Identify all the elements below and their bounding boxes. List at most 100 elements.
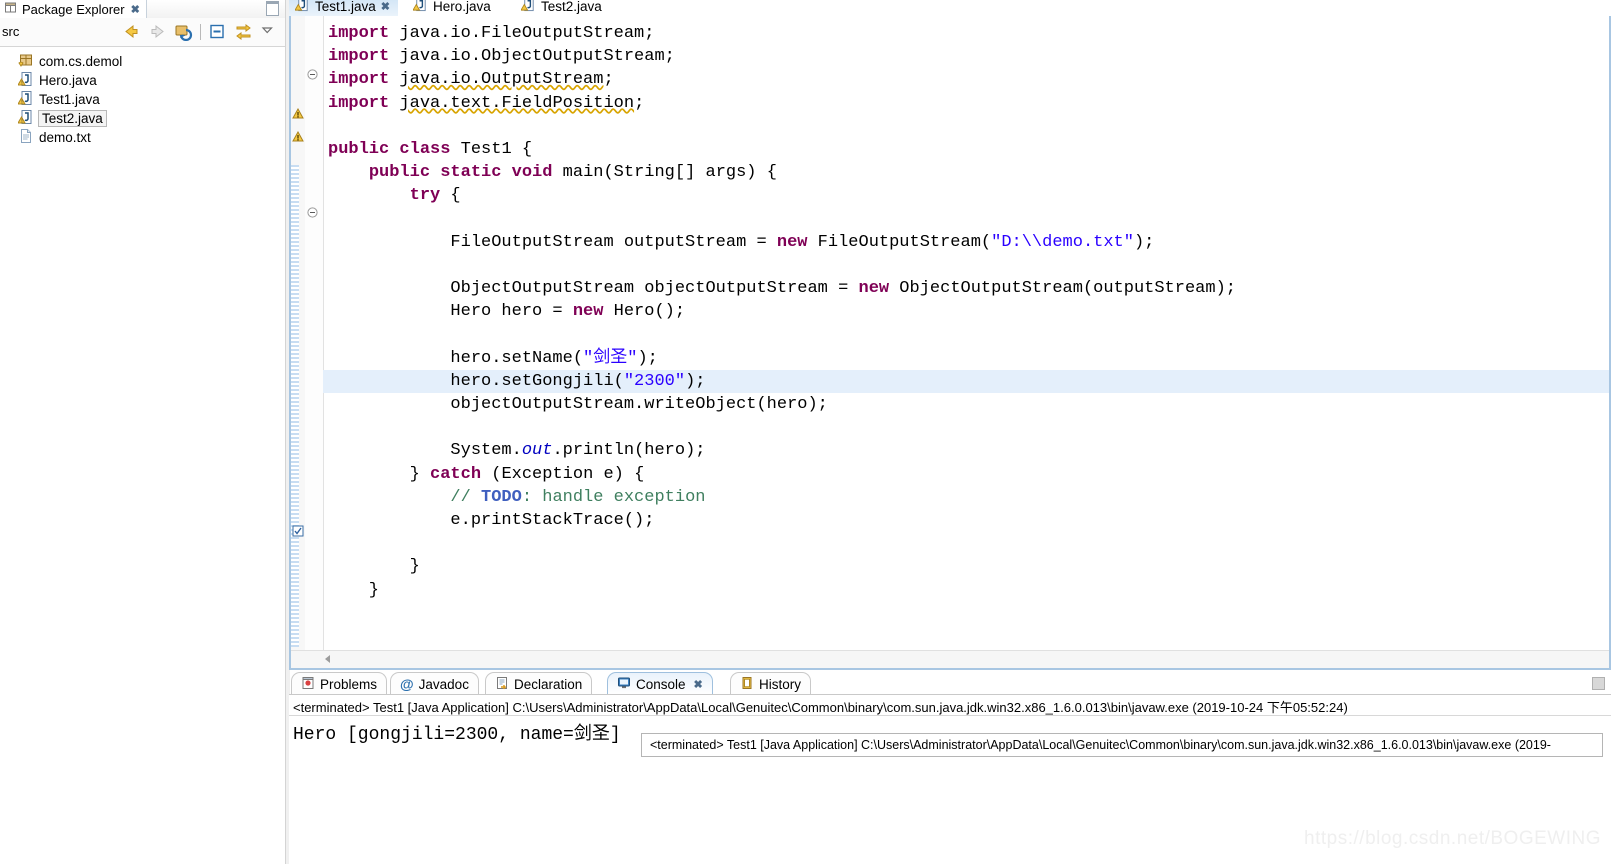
package-explorer-icon — [4, 1, 18, 18]
tree-item-label: Test1.java — [39, 92, 100, 107]
fold-collapse-icon[interactable] — [307, 68, 318, 83]
collapse-to-package-icon[interactable] — [174, 22, 193, 42]
code-line[interactable] — [323, 532, 1609, 555]
javadoc-at-icon: @ — [400, 676, 414, 692]
collapse-all-icon[interactable] — [208, 22, 227, 41]
task-marker-icon[interactable] — [292, 525, 304, 540]
problems-icon — [301, 676, 315, 693]
code-line[interactable]: import java.io.ObjectOutputStream; — [323, 45, 1609, 68]
tab-history[interactable]: History — [730, 672, 812, 695]
back-arrow-icon[interactable] — [122, 22, 141, 41]
editor-marker-bar[interactable] — [291, 16, 306, 650]
tooltip-text: <terminated> Test1 [Java Application] C:… — [650, 738, 1551, 752]
package-icon — [18, 52, 34, 71]
tab-problems[interactable]: Problems — [291, 672, 388, 695]
project-tree: com.cs.demol ! Hero.java ! Test1.java ! — [0, 47, 285, 147]
package-explorer-toolbar: src — [0, 18, 285, 47]
tab-console[interactable]: Console ✖ — [607, 672, 713, 695]
tab-label: History — [759, 676, 802, 692]
code-line[interactable]: } catch (Exception e) { — [323, 463, 1609, 486]
console-icon — [617, 676, 631, 693]
code-line[interactable]: import java.text.FieldPosition; — [323, 92, 1609, 115]
code-line[interactable]: Hero hero = new Hero(); — [323, 300, 1609, 323]
tab-test2-java[interactable]: Test2.java — [515, 0, 615, 16]
code-line[interactable]: try { — [323, 184, 1609, 207]
code-line[interactable]: import java.io.OutputStream; — [323, 68, 1609, 91]
code-line[interactable]: // TODO: handle exception — [323, 486, 1609, 509]
tab-javadoc[interactable]: @ Javadoc — [390, 672, 479, 695]
declaration-icon — [495, 676, 509, 693]
tab-hero-java[interactable]: Hero.java — [407, 0, 504, 16]
tree-item-test2-java[interactable]: ! Test2.java — [0, 109, 285, 128]
close-icon[interactable]: ✖ — [381, 0, 390, 13]
code-line[interactable] — [323, 416, 1609, 439]
editor-pane: import java.io.FileOutputStream; import j… — [289, 16, 1611, 670]
console-tooltip: <terminated> Test1 [Java Application] C:… — [641, 733, 1603, 757]
history-icon — [740, 676, 754, 693]
view-menu-icon[interactable] — [260, 22, 279, 41]
tree-item-label: Hero.java — [39, 73, 97, 88]
minimize-icon[interactable] — [266, 1, 279, 16]
editor-area: Test1.java ✖ Hero.java Test2.java import… — [289, 0, 1611, 670]
console-process-label: <terminated> Test1 [Java Application] C:… — [293, 700, 1348, 715]
tab-label: Declaration — [514, 676, 583, 692]
bottom-tab-bar: Problems @ Javadoc Declaration Console ✖ — [289, 672, 1611, 695]
code-line[interactable] — [323, 115, 1609, 138]
tab-label: Test1.java — [315, 0, 376, 14]
tab-package-explorer[interactable]: Package Explorer ✖ — [0, 0, 147, 18]
code-line[interactable] — [323, 208, 1609, 231]
fold-collapse-icon[interactable] — [307, 206, 318, 221]
java-file-warning-icon — [520, 0, 536, 15]
code-line[interactable]: objectOutputStream.writeObject(hero); — [323, 393, 1609, 416]
code-line[interactable] — [323, 254, 1609, 277]
package-explorer-title: Package Explorer — [22, 1, 125, 17]
code-line[interactable]: System.out.println(hero); — [323, 439, 1609, 462]
close-icon[interactable]: ✖ — [131, 3, 140, 16]
console-output-text[interactable]: Hero [gongjili=2300, name=剑圣] — [293, 719, 621, 745]
java-file-warning-icon — [294, 0, 310, 15]
src-label: src — [2, 24, 20, 39]
code-line[interactable] — [323, 323, 1609, 346]
console-minimize-icon[interactable] — [1592, 677, 1605, 690]
tree-item-package[interactable]: com.cs.demol — [0, 52, 285, 71]
java-file-warning-icon: ! — [17, 109, 34, 128]
code-line[interactable]: FileOutputStream outputStream = new File… — [323, 231, 1609, 254]
close-icon[interactable]: ✖ — [694, 678, 703, 691]
tab-label: Hero.java — [433, 0, 491, 14]
tree-item-label: Test2.java — [38, 110, 107, 127]
console-process-header: <terminated> Test1 [Java Application] C:… — [289, 695, 1611, 716]
code-line[interactable]: hero.setGongjili("2300"); — [323, 369, 1609, 393]
toolbar-divider — [200, 23, 201, 40]
code-line[interactable]: public class Test1 { — [323, 138, 1609, 161]
change-ruler — [291, 165, 299, 647]
code-text[interactable]: import java.io.FileOutputStream; import j… — [323, 16, 1609, 650]
tree-item-label: demo.txt — [39, 130, 91, 145]
warning-marker-icon[interactable] — [292, 130, 304, 146]
tree-item-hero-java[interactable]: ! Hero.java — [0, 71, 285, 90]
warning-marker-icon[interactable] — [292, 107, 304, 123]
tab-label: Console — [636, 676, 686, 692]
code-line[interactable]: import java.io.FileOutputStream; — [323, 22, 1609, 45]
link-with-editor-icon[interactable] — [234, 22, 253, 41]
text-file-icon — [18, 128, 34, 147]
code-line[interactable]: } — [323, 555, 1609, 578]
code-line[interactable]: e.printStackTrace(); — [323, 509, 1609, 532]
eclipse-window: Package Explorer ✖ src com.cs.demol ! He… — [0, 0, 1611, 864]
code-line[interactable]: } — [323, 579, 1609, 602]
tree-item-demo-txt[interactable]: demo.txt — [0, 128, 285, 147]
watermark: https://blog.csdn.net/BOGEWING — [1304, 828, 1601, 849]
tab-declaration[interactable]: Declaration — [485, 672, 593, 695]
tab-label: Problems — [320, 676, 378, 692]
editor-folding-bar[interactable] — [305, 16, 324, 650]
tree-item-label: com.cs.demol — [39, 54, 123, 69]
code-line[interactable]: hero.setName("剑圣"); — [323, 347, 1609, 370]
code-line[interactable]: ObjectOutputStream objectOutputStream = … — [323, 277, 1609, 300]
tab-label: Javadoc — [418, 676, 469, 692]
java-file-warning-icon: ! — [17, 90, 34, 109]
editor-horizontal-scrollbar[interactable] — [291, 650, 1609, 668]
editor-tab-bar: Test1.java ✖ Hero.java Test2.java — [289, 0, 1611, 18]
tab-label: Test2.java — [541, 0, 602, 14]
code-line[interactable]: public static void main(String[] args) { — [323, 161, 1609, 184]
scroll-left-arrow-icon[interactable] — [325, 655, 330, 663]
tree-item-test1-java[interactable]: ! Test1.java — [0, 90, 285, 109]
